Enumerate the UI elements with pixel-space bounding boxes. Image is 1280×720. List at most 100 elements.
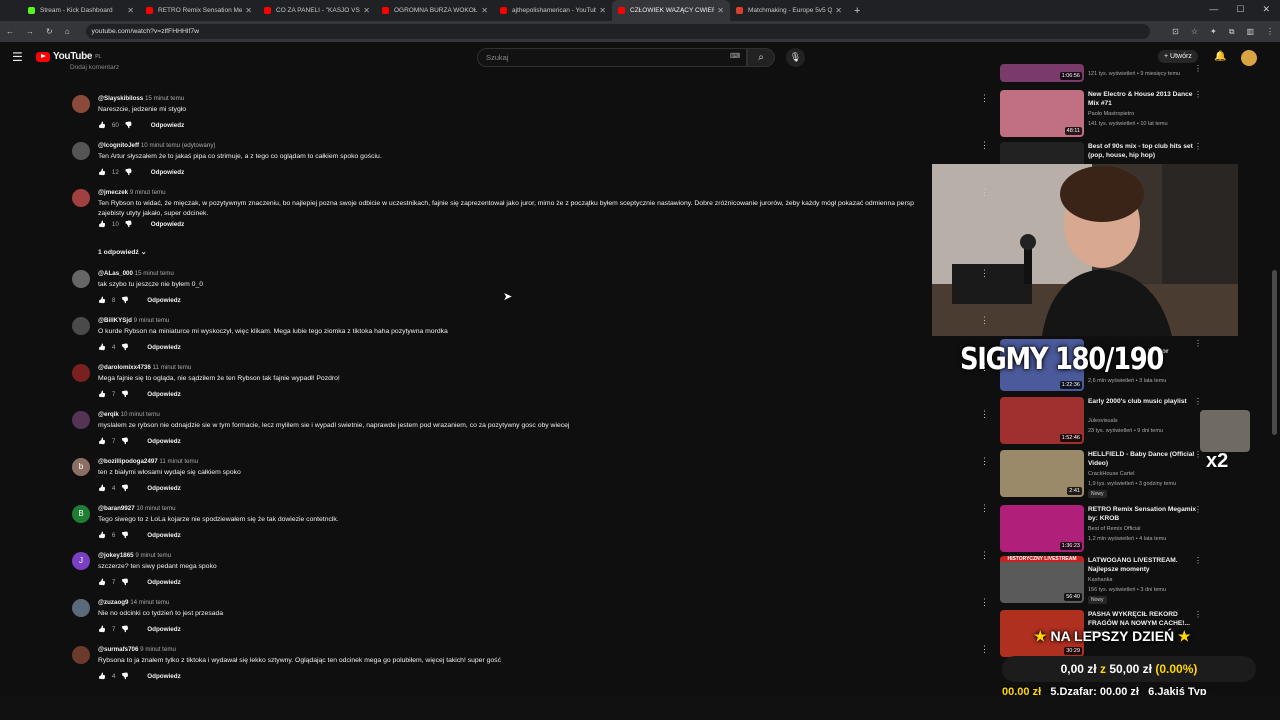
comment-menu-icon[interactable]: ⋮ — [980, 362, 989, 373]
comment-time[interactable]: 9 minut temu — [134, 317, 170, 324]
comment-menu-icon[interactable]: ⋮ — [980, 268, 989, 279]
browser-tab[interactable]: Stream - Kick Dashboard ✕ — [22, 0, 140, 21]
video-menu-icon[interactable]: ⋮ — [1194, 610, 1202, 619]
comment-time[interactable]: 14 minut temu — [130, 599, 169, 606]
reload-icon[interactable]: ↻ — [46, 27, 53, 36]
comment-author[interactable]: @ALas_000 — [98, 270, 133, 277]
video-menu-icon[interactable]: ⋮ — [1194, 556, 1202, 565]
video-thumbnail[interactable]: 2:41 — [1000, 450, 1084, 497]
comment-author[interactable]: @IcognitoJeff — [98, 142, 139, 149]
comment-avatar[interactable] — [72, 411, 90, 429]
close-window-icon[interactable]: ✕ — [1262, 4, 1270, 15]
add-comment-input[interactable]: Dodaj komentarz — [70, 64, 119, 71]
sidepanel-icon[interactable]: ▥ — [1246, 27, 1254, 36]
close-icon[interactable]: ✕ — [481, 6, 488, 15]
like-icon[interactable]: 👍 — [98, 625, 106, 633]
comment-avatar[interactable] — [72, 142, 90, 160]
dislike-icon[interactable]: 👎 — [125, 121, 133, 129]
comment-menu-icon[interactable]: ⋮ — [980, 550, 989, 561]
like-icon[interactable]: 👍 — [98, 343, 106, 351]
video-thumbnail[interactable]: 1:52:46 — [1000, 397, 1084, 444]
comment-author[interactable]: @erqik — [98, 411, 119, 418]
comment-time[interactable]: 9 minut temu — [130, 189, 166, 196]
video-title[interactable]: Best of 90s mix - top club hits set (pop… — [1088, 142, 1198, 160]
close-icon[interactable]: ✕ — [599, 6, 606, 15]
url-field[interactable]: youtube.com/watch?v=zlfFHHHlf7w — [85, 24, 1151, 39]
video-menu-icon[interactable]: ⋮ — [1194, 90, 1202, 99]
keyboard-icon[interactable]: ⌨ — [730, 52, 740, 60]
voice-search-button[interactable]: 🎙 — [786, 48, 805, 67]
comment-time[interactable]: 9 minut temu — [135, 552, 171, 559]
back-icon[interactable]: ← — [6, 27, 14, 36]
close-icon[interactable]: ✕ — [245, 6, 252, 15]
comment-time[interactable]: 10 minut temu — [136, 505, 175, 512]
comment-menu-icon[interactable]: ⋮ — [980, 315, 989, 326]
like-icon[interactable]: 👍 — [98, 121, 106, 129]
dislike-icon[interactable]: 👎 — [121, 343, 129, 351]
reply-button[interactable]: Odpowiedz — [147, 626, 181, 633]
comment-menu-icon[interactable]: ⋮ — [980, 597, 989, 608]
video-title[interactable]: ky Hor — [1148, 347, 1258, 356]
video-menu-icon[interactable]: ⋮ — [1194, 505, 1202, 514]
forward-icon[interactable]: → — [26, 27, 34, 36]
reply-button[interactable]: Odpowiedz — [147, 673, 181, 680]
scrollbar[interactable] — [1272, 270, 1277, 435]
dislike-icon[interactable]: 👎 — [121, 578, 129, 586]
browser-tab-active[interactable]: CZŁOWIEK WAŻĄCY ĆWIERĆ T✕ — [612, 0, 730, 21]
video-title[interactable]: New Electro & House 2013 Dance Mix #71 — [1088, 90, 1198, 108]
bookmark-icon[interactable]: ☆ — [1191, 27, 1198, 36]
related-video[interactable]: 1:52:46 Early 2000's club music playlist J… — [998, 397, 1208, 447]
video-title[interactable]: Early 2000's club music playlist — [1088, 397, 1198, 406]
close-icon[interactable]: ✕ — [363, 6, 370, 15]
video-title[interactable]: RETRO Remix Sensation Megamix by: KROB — [1088, 505, 1198, 523]
video-channel[interactable]: Paolo Mastropietro — [1088, 110, 1134, 118]
hamburger-icon[interactable]: ☰ — [12, 50, 23, 64]
like-icon[interactable]: 👍 — [98, 672, 106, 680]
comment-avatar[interactable] — [72, 189, 90, 207]
extensions-icon[interactable]: ⧉ — [1229, 27, 1235, 37]
like-icon[interactable]: 👍 — [98, 168, 106, 176]
close-icon[interactable]: ✕ — [717, 6, 724, 15]
like-icon[interactable]: 👍 — [98, 390, 106, 398]
video-thumbnail[interactable]: 56:40 HISTORYCZNY LIVESTREAM — [1000, 556, 1084, 603]
reply-button[interactable]: Odpowiedz — [151, 122, 185, 129]
home-icon[interactable]: ⌂ — [65, 27, 70, 36]
comment-author[interactable]: @jmeczek — [98, 189, 128, 196]
video-thumbnail[interactable]: 48:11 — [1000, 90, 1084, 137]
browser-tab[interactable]: RETRO Remix Sensation Megam✕ — [140, 0, 258, 21]
dislike-icon[interactable]: 👎 — [125, 168, 133, 176]
comment-author[interactable]: @baran9927 — [98, 505, 135, 512]
comment-avatar[interactable]: b — [72, 458, 90, 476]
reply-button[interactable]: Odpowiedz — [147, 391, 181, 398]
comment-avatar[interactable] — [72, 317, 90, 335]
comment-time[interactable]: 15 minut temu — [145, 95, 184, 102]
reply-button[interactable]: Odpowiedz — [151, 169, 185, 176]
like-icon[interactable]: 👍 — [98, 484, 106, 492]
dislike-icon[interactable]: 👎 — [121, 672, 129, 680]
video-title[interactable]: PASHA WYKRĘCIŁ REKORD FRAGÓW NA NOWYM CA… — [1088, 610, 1198, 628]
related-video[interactable]: 56:40 HISTORYCZNY LIVESTREAM LATWOGANG LIV… — [998, 556, 1208, 606]
comment-time[interactable]: 10 minut temu (edytowany) — [141, 142, 216, 149]
comment-author[interactable]: @bozillipodoga2497 — [98, 458, 158, 465]
browser-tab[interactable]: ajthepolishamerican - YouTube ✕ — [494, 0, 612, 21]
replies-toggle[interactable]: 1 odpowiedź ⌄ — [98, 248, 146, 256]
comment-time[interactable]: 11 minut temu — [153, 364, 192, 371]
extension-icon[interactable]: ✦ — [1210, 27, 1217, 36]
create-button[interactable]: + Utwórz — [1158, 50, 1198, 63]
comment-menu-icon[interactable]: ⋮ — [980, 187, 989, 198]
new-tab-icon[interactable]: + — [854, 5, 860, 17]
comment-author[interactable]: @jokey1865 — [98, 552, 134, 559]
like-icon[interactable]: 👍 — [98, 296, 106, 304]
comment-menu-icon[interactable]: ⋮ — [980, 456, 989, 467]
related-video[interactable]: 48:11 New Electro & House 2013 Dance Mix … — [998, 90, 1208, 140]
comment-menu-icon[interactable]: ⋮ — [980, 93, 989, 104]
comment-avatar[interactable] — [72, 95, 90, 113]
video-menu-icon[interactable]: ⋮ — [1194, 339, 1202, 348]
dislike-icon[interactable]: 👎 — [121, 625, 129, 633]
dislike-icon[interactable]: 👎 — [121, 484, 129, 492]
comment-time[interactable]: 11 minut temu — [159, 458, 198, 465]
comment-avatar[interactable] — [72, 364, 90, 382]
comment-menu-icon[interactable]: ⋮ — [980, 644, 989, 655]
install-icon[interactable]: ⊡ — [1172, 27, 1179, 36]
reply-button[interactable]: Odpowiedz — [147, 485, 181, 492]
